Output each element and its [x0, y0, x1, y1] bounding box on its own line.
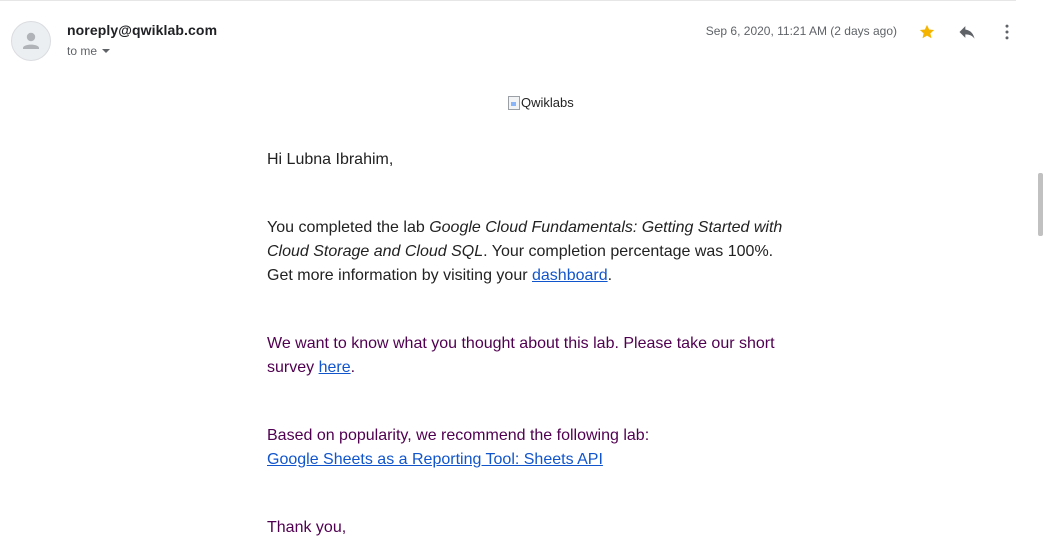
recipient-details[interactable]: to me — [67, 44, 111, 58]
divider — [0, 0, 1016, 1]
email-view: noreply@qwiklab.com to me Sep 6, 2020, 1… — [0, 0, 1043, 539]
person-icon — [23, 32, 39, 49]
reply-icon — [959, 26, 975, 39]
recipient-label: to me — [67, 44, 98, 58]
star-icon — [919, 24, 935, 39]
greeting: Hi Lubna Ibrahim, — [267, 151, 394, 168]
recommendation-text: Based on popularity, we recommend the fo… — [267, 427, 650, 444]
caret-down-icon[interactable] — [101, 48, 111, 54]
logo-alt-text: Qwiklabs — [521, 95, 574, 110]
broken-image-icon — [508, 95, 520, 110]
qwiklabs-logo: Qwiklabs — [508, 95, 574, 110]
star-button[interactable] — [915, 20, 939, 44]
para1-prefix: You completed the lab — [267, 219, 430, 236]
survey-link[interactable]: here — [319, 359, 351, 376]
recommendation-paragraph: Based on popularity, we recommend the fo… — [267, 424, 802, 472]
dashboard-link[interactable]: dashboard — [532, 267, 608, 284]
scrollbar-thumb[interactable] — [1038, 173, 1043, 236]
more-vert-icon — [1005, 24, 1009, 40]
more-options-button[interactable] — [995, 20, 1019, 44]
para2-suffix: . — [350, 359, 356, 376]
sign-off: Thank you, — [267, 519, 347, 536]
survey-paragraph: We want to know what you thought about t… — [267, 332, 802, 380]
message-date: Sep 6, 2020, 11:21 AM (2 days ago) — [705, 24, 897, 38]
reply-button[interactable] — [955, 20, 979, 44]
sender-avatar[interactable] — [11, 21, 51, 61]
completion-paragraph: You completed the lab Google Cloud Funda… — [267, 216, 802, 288]
sender-address[interactable]: noreply@qwiklab.com — [67, 22, 217, 38]
recommended-lab-link[interactable]: Google Sheets as a Reporting Tool: Sheet… — [267, 451, 603, 468]
para1-suffix: . — [607, 267, 613, 284]
